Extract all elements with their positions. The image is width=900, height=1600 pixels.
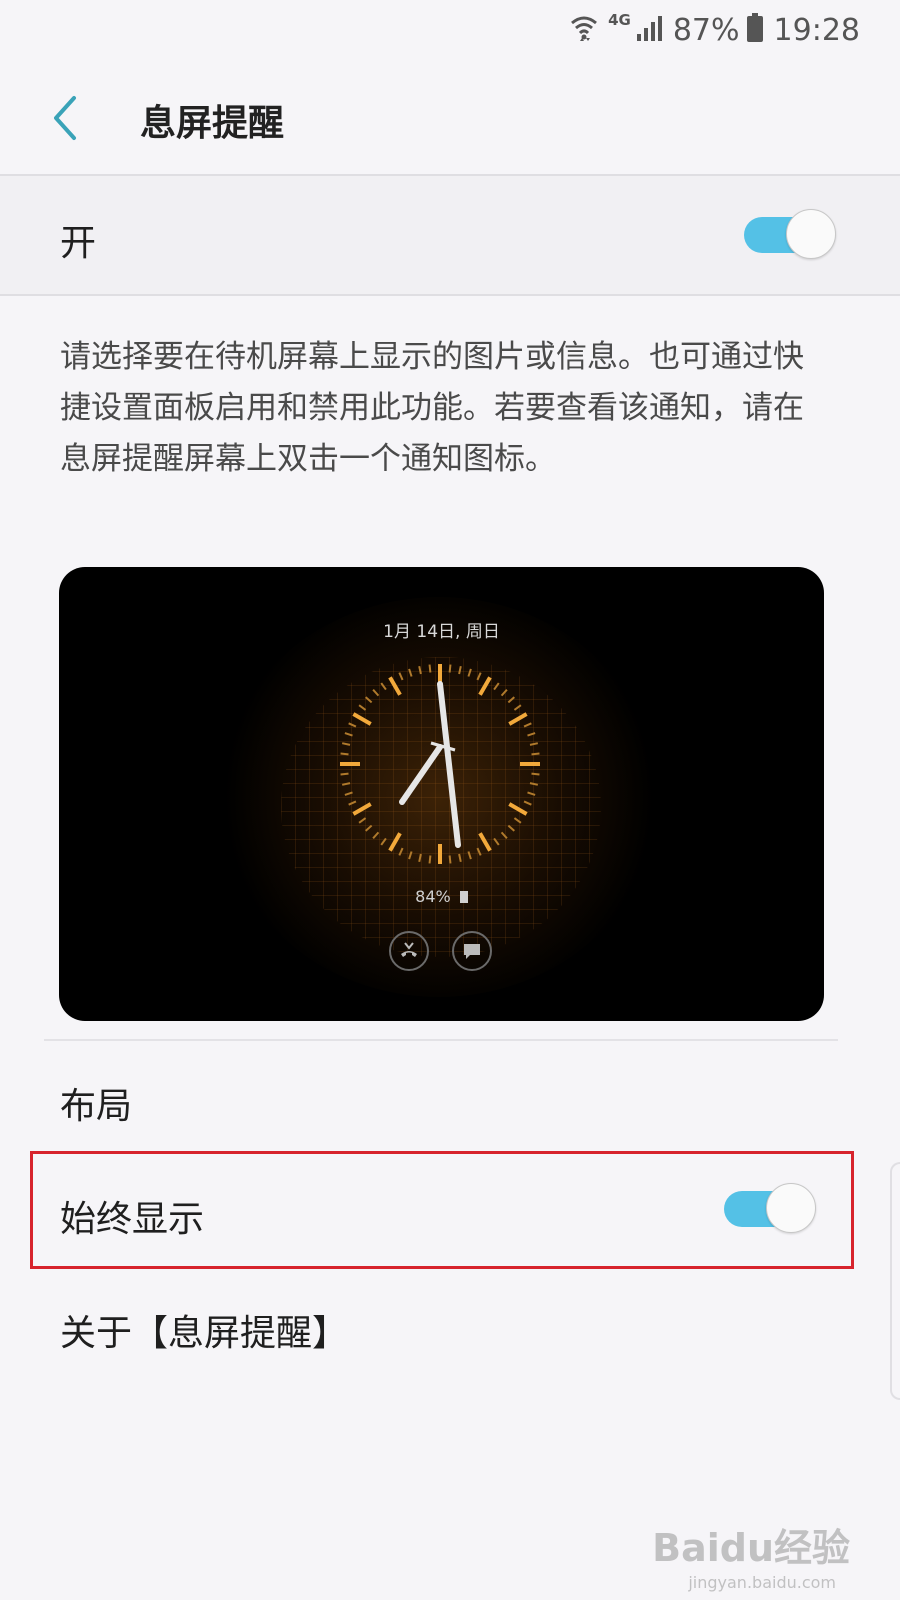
clock-major-tick [352,712,372,726]
clock-minor-tick [428,664,432,673]
master-switch-label: 开 [60,223,97,264]
clock-minor-tick [344,732,353,737]
clock-minor-tick [458,665,462,675]
clock-minor-tick [340,772,349,776]
list-divider [44,1039,838,1041]
clock-major-tick [478,832,492,852]
clock-major-tick [508,712,528,726]
clock-minor-tick [458,853,462,863]
aod-preview: 1月 14日, 周日 84% [59,567,824,1021]
clock-minor-tick [358,704,367,711]
clock-minor-tick [372,831,380,839]
about-label: 关于【息屏提醒】 [60,1313,349,1354]
clock-minor-tick [340,752,349,756]
layout-label: 布局 [60,1086,133,1127]
clock-minor-tick [408,668,413,677]
clock-minor-tick [348,800,357,806]
master-toggle[interactable] [744,209,836,261]
clock-minor-tick [507,696,515,704]
clock-major-tick [352,802,372,816]
master-divider [0,294,900,296]
analog-clock [340,664,540,864]
clock-major-tick [388,832,402,852]
page-title: 息屏提醒 [140,103,285,144]
second-hand [430,741,456,752]
clock-minor-tick [507,824,515,832]
clock-time: 19:28 [773,12,860,48]
preview-battery: 84% [59,887,824,906]
clock-minor-tick [372,689,380,697]
watermark-logo: Baidu经验 [652,1526,850,1570]
description-text: 请选择要在待机屏幕上显示的图片或信息。也可通过快捷设置面板启用和禁用此功能。若要… [60,339,804,477]
about-row[interactable]: 关于【息屏提醒】 [0,1278,900,1378]
clock-minor-tick [500,831,508,839]
app-header: 息屏提醒 [0,62,900,174]
watermark-url: jingyan.baidu.com [688,1573,836,1592]
clock-minor-tick [527,791,536,796]
clock-minor-tick [398,847,404,856]
clock-minor-tick [500,689,508,697]
toggle-knob [786,209,836,259]
status-bar: 4G 87% 19:28 [0,0,900,62]
network-type: 4G [608,11,631,29]
clock-minor-tick [529,742,539,746]
clock-minor-tick [529,782,539,786]
clock-minor-tick [467,851,472,860]
small-battery-icon [459,891,468,903]
clock-minor-tick [523,800,532,806]
preview-battery-percent: 84% [415,887,451,906]
hour-hand [399,744,443,805]
layout-row[interactable]: 布局 [0,1045,900,1150]
battery-icon [746,13,764,47]
signal-icon [635,14,663,46]
clock-minor-tick [527,732,536,737]
highlight-annotation [30,1151,854,1269]
clock-minor-tick [513,704,522,711]
master-switch-row[interactable]: 开 [0,176,900,294]
clock-minor-tick [531,752,540,756]
clock-minor-tick [513,817,522,824]
clock-minor-tick [348,722,357,728]
clock-minor-tick [493,837,500,846]
clock-minor-tick [418,853,422,863]
minute-hand [437,681,461,848]
battery-percent: 87% [672,12,740,48]
clock-minor-tick [365,824,373,832]
clock-minor-tick [344,791,353,796]
status-icons: 4G 87% 19:28 [570,10,860,50]
chevron-left-icon [54,96,76,140]
clock-minor-tick [476,847,482,856]
message-button[interactable] [452,931,492,971]
clock-minor-tick [418,665,422,675]
clock-minor-tick [523,722,532,728]
clock-minor-tick [448,664,452,673]
missed-call-icon [401,942,417,957]
scroll-handle[interactable] [890,1162,900,1400]
clock-minor-tick [341,782,351,786]
clock-minor-tick [358,817,367,824]
clock-major-tick [388,676,402,696]
clock-minor-tick [448,855,452,864]
clock-minor-tick [341,742,351,746]
clock-minor-tick [380,837,387,846]
clock-minor-tick [365,696,373,704]
clock-major-tick [478,676,492,696]
clock-minor-tick [380,682,387,691]
wifi-icon [570,13,598,47]
clock-major-tick [508,802,528,816]
clock-minor-tick [493,682,500,691]
clock-minor-tick [398,672,404,681]
clock-minor-tick [408,851,413,860]
missed-call-button[interactable] [389,931,429,971]
back-button[interactable] [44,92,92,144]
clock-minor-tick [531,772,540,776]
clock-minor-tick [467,668,472,677]
message-icon [464,944,480,959]
clock-minor-tick [476,672,482,681]
clock-minor-tick [428,855,432,864]
